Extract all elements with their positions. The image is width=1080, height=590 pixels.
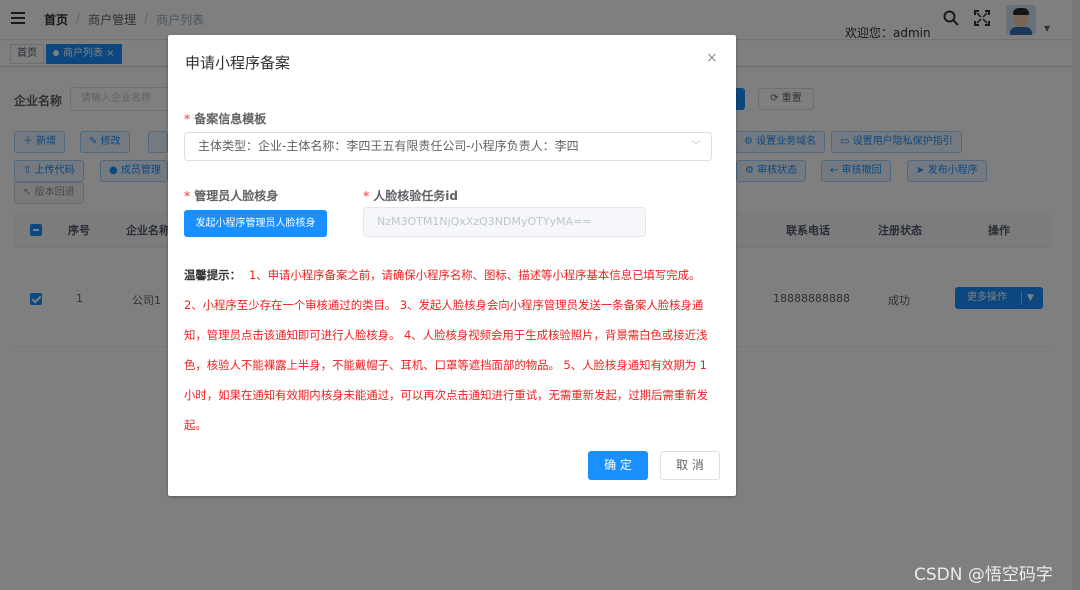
template-select[interactable]: 主体类型：企业-主体名称：李四王五有限责任公司-小程序负责人：李四 ﹀ [184,132,712,161]
tips-text: 温馨提示： 1、申请小程序备案之前，请确保小程序名称、图标、描述等小程序基本信息已… [184,260,720,440]
task-id-label: * 人脸核验任务id [363,189,458,203]
chevron-down-icon: ﹀ [691,141,701,152]
cancel-button[interactable]: 取 消 [660,451,720,480]
tips-content: 1、申请小程序备案之前，请确保小程序名称、图标、描述等小程序基本信息已填写完成。… [184,268,708,432]
watermark: CSDN @悟空码字 [914,565,1053,585]
tips-lead: 温馨提示： [184,268,241,282]
template-label: * 备案信息模板 [184,112,267,126]
start-face-verify-button[interactable]: 发起小程序管理员人脸核身 [184,210,327,237]
task-id-input[interactable]: NzM3OTM1NjQxXzQ3NDMyOTYyMA== [363,207,646,237]
confirm-button[interactable]: 确 定 [588,451,648,480]
record-dialog: 申请小程序备案 × * 备案信息模板 主体类型：企业-主体名称：李四王五有限责任公… [168,35,736,496]
face-verify-label: * 管理员人脸核身 [184,189,279,203]
dialog-title: 申请小程序备案 [185,54,291,72]
close-icon[interactable]: × [706,50,718,66]
